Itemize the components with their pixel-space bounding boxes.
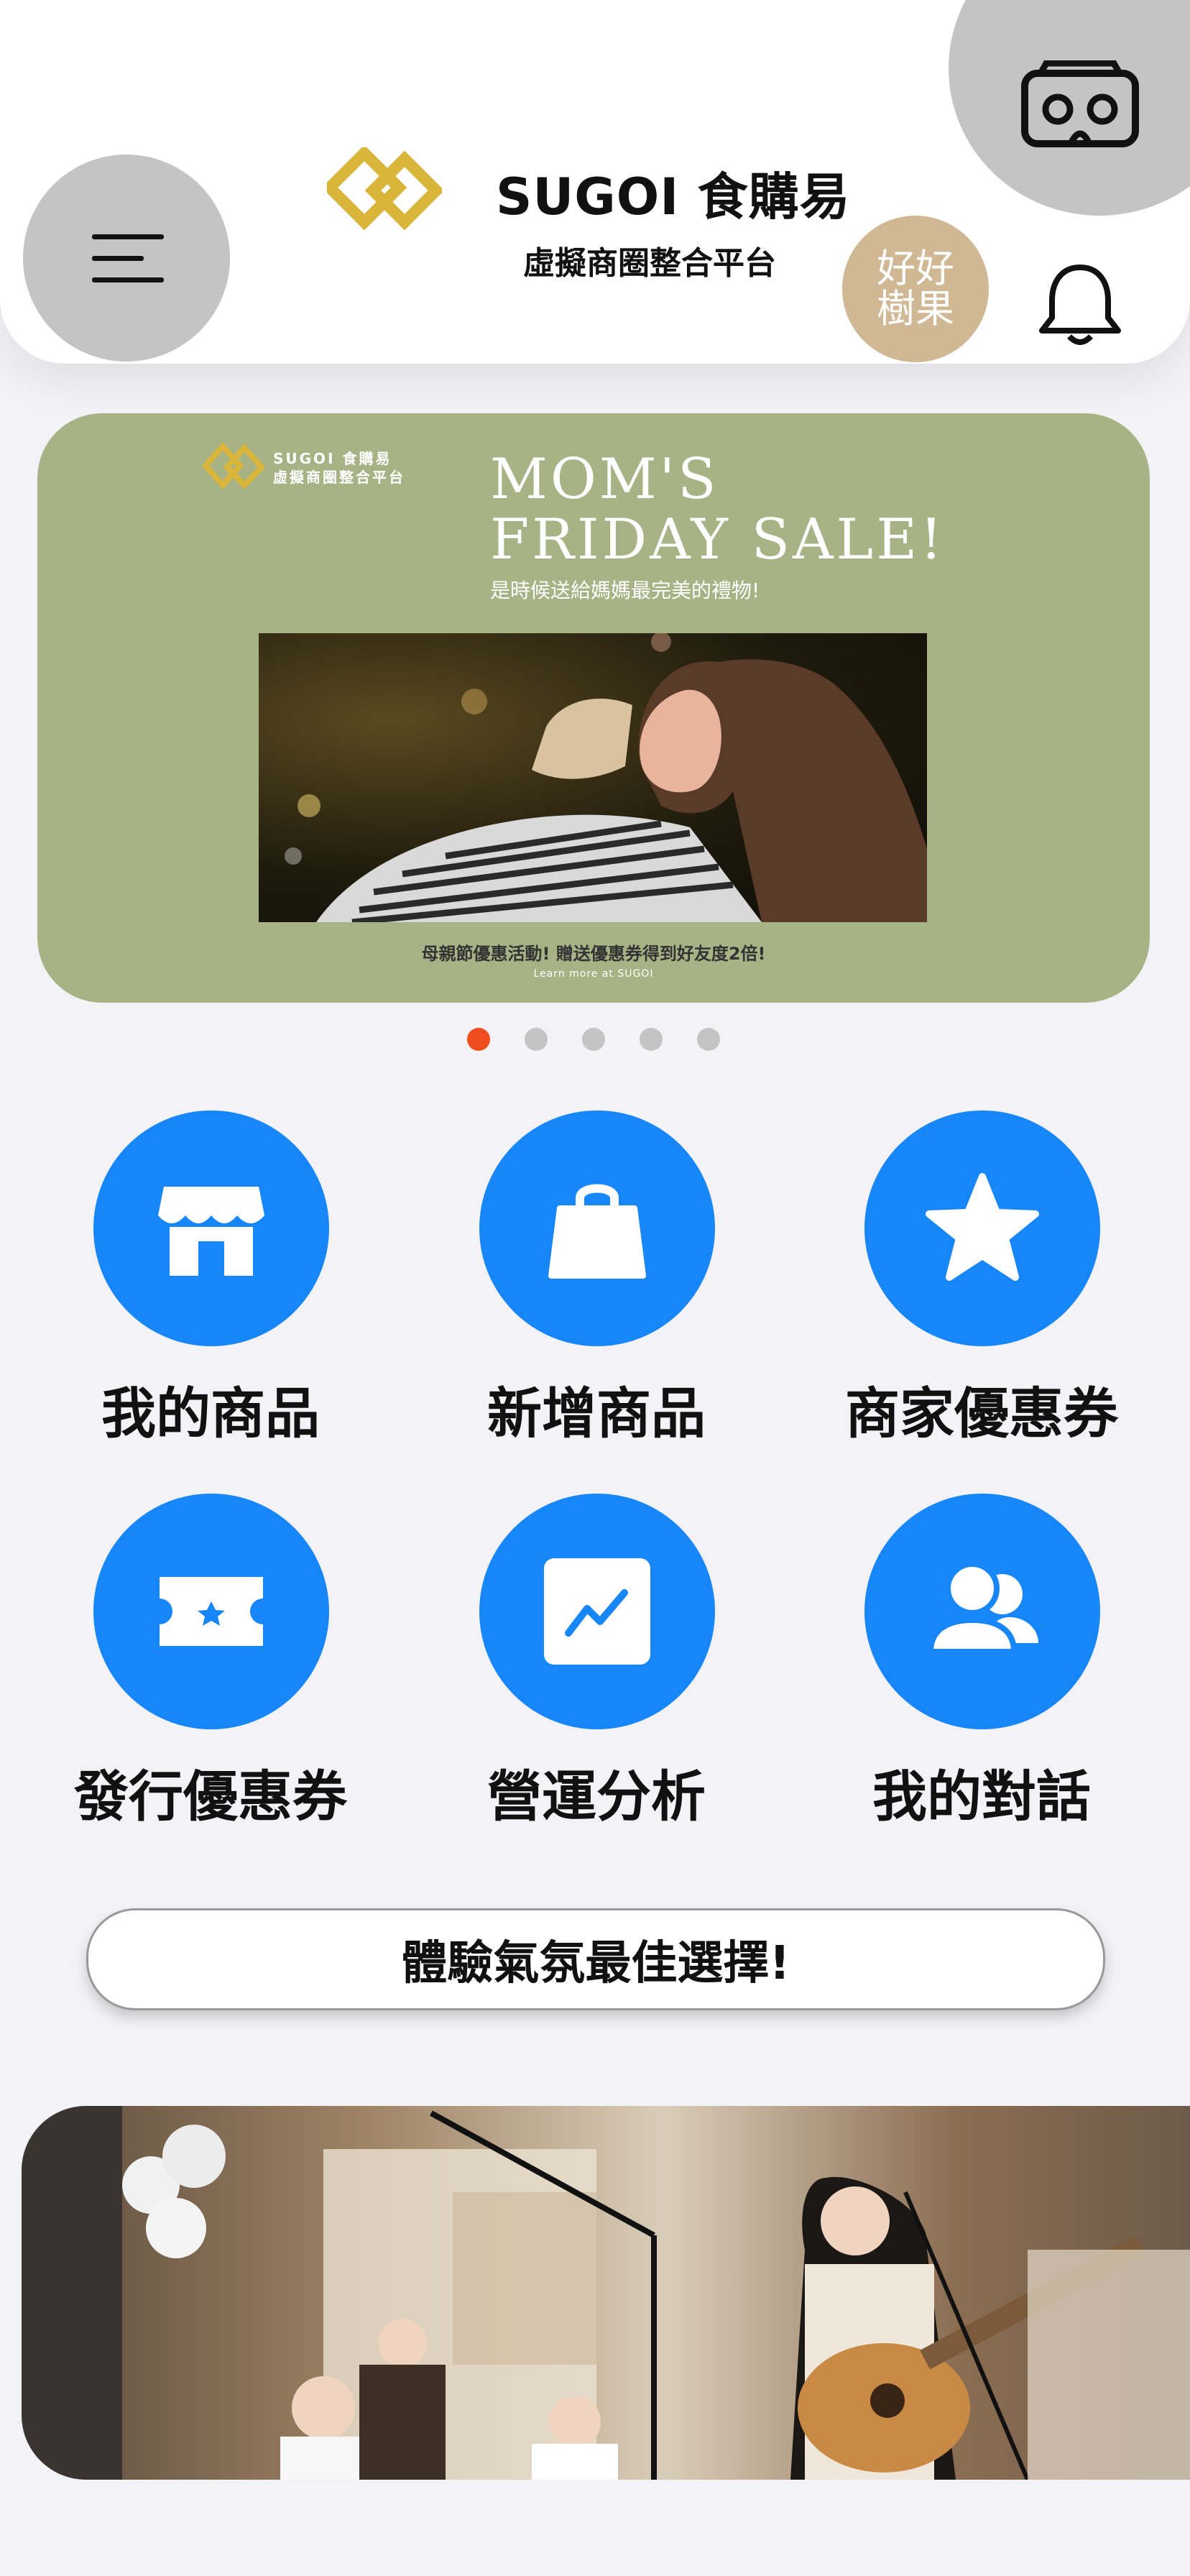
feature-circle[interactable] (93, 1494, 329, 1729)
feature-label: 商家優惠券 (845, 1381, 1118, 1445)
live-music-photo (22, 2106, 1190, 2480)
mother-child-illustration (285, 633, 927, 922)
feature-merchant-coupons[interactable]: 商家優惠券 (795, 1110, 1125, 1455)
feature-circle[interactable] (93, 1110, 329, 1346)
banner-photo (259, 633, 927, 922)
app-header: SUGOI 食購易 虛擬商圈整合平台 好好樹果 (0, 0, 1190, 364)
banner-footer: 母親節優惠活動! 贈送優惠券得到好友度2倍! (421, 944, 766, 964)
feature-my-products[interactable]: 我的商品 (24, 1110, 354, 1455)
carousel-dot[interactable] (525, 1028, 548, 1051)
carousel-dot-active[interactable] (467, 1028, 490, 1051)
analytics-icon (544, 1558, 650, 1665)
carousel-dot[interactable] (640, 1028, 663, 1051)
sugoi-logo (327, 147, 442, 231)
venue-photo[interactable] (22, 2106, 1190, 2480)
feature-circle[interactable] (479, 1110, 715, 1346)
bell-icon[interactable] (1035, 257, 1125, 349)
feature-issue-coupons[interactable]: 發行優惠券 (24, 1494, 354, 1839)
feature-circle[interactable] (864, 1494, 1100, 1729)
brand-subtitle: 虛擬商圈整合平台 (523, 245, 776, 282)
carousel-dot[interactable] (697, 1028, 720, 1051)
menu-icon[interactable] (92, 231, 164, 286)
carousel-indicator (467, 1028, 720, 1051)
store-icon (158, 1187, 264, 1276)
banner-brand: SUGOI 食購易 虛擬商圈整合平台 (273, 449, 405, 487)
feature-label: 發行優惠券 (74, 1765, 347, 1828)
feature-analytics[interactable]: 營運分析 (410, 1494, 740, 1839)
banner-brand-line1: SUGOI 食購易 (273, 450, 392, 467)
banner-title-line1: MOM'S (490, 447, 719, 512)
feature-label: 新增商品 (487, 1381, 706, 1445)
vr-headset-icon[interactable] (1020, 60, 1140, 148)
feature-circle[interactable] (864, 1110, 1100, 1346)
feature-label: 我的商品 (101, 1381, 320, 1445)
cta-button[interactable]: 體驗氣氛最佳選擇! (86, 1908, 1105, 2010)
ticket-icon (160, 1577, 263, 1646)
banner-footer-small: Learn more at SUGOI (533, 968, 654, 980)
shopping-bag-icon (548, 1184, 646, 1279)
feature-add-product[interactable]: 新增商品 (410, 1110, 740, 1455)
feature-label: 我的對話 (872, 1765, 1091, 1828)
feature-circle[interactable] (479, 1494, 715, 1729)
users-icon (927, 1561, 1038, 1655)
feature-label: 營運分析 (487, 1765, 706, 1828)
shop-avatar[interactable]: 好好樹果 (842, 216, 989, 362)
banner-title-line2: FRIDAY SALE! (490, 507, 946, 572)
carousel-dot[interactable] (582, 1028, 605, 1051)
banner-brand-line2: 虛擬商圈整合平台 (273, 469, 405, 486)
banner-title: MOM'S FRIDAY SALE! (490, 449, 946, 570)
star-icon (926, 1173, 1039, 1281)
brand-title: SUGOI 食購易 (496, 167, 851, 226)
promo-banner[interactable]: SUGOI 食購易 虛擬商圈整合平台 MOM'S FRIDAY SALE! 是時… (37, 413, 1150, 1003)
shop-avatar-text: 好好樹果 (877, 246, 954, 331)
banner-logo (203, 442, 264, 489)
feature-my-conversations[interactable]: 我的對話 (795, 1494, 1125, 1839)
banner-subtitle: 是時候送給媽媽最完美的禮物! (490, 579, 760, 602)
